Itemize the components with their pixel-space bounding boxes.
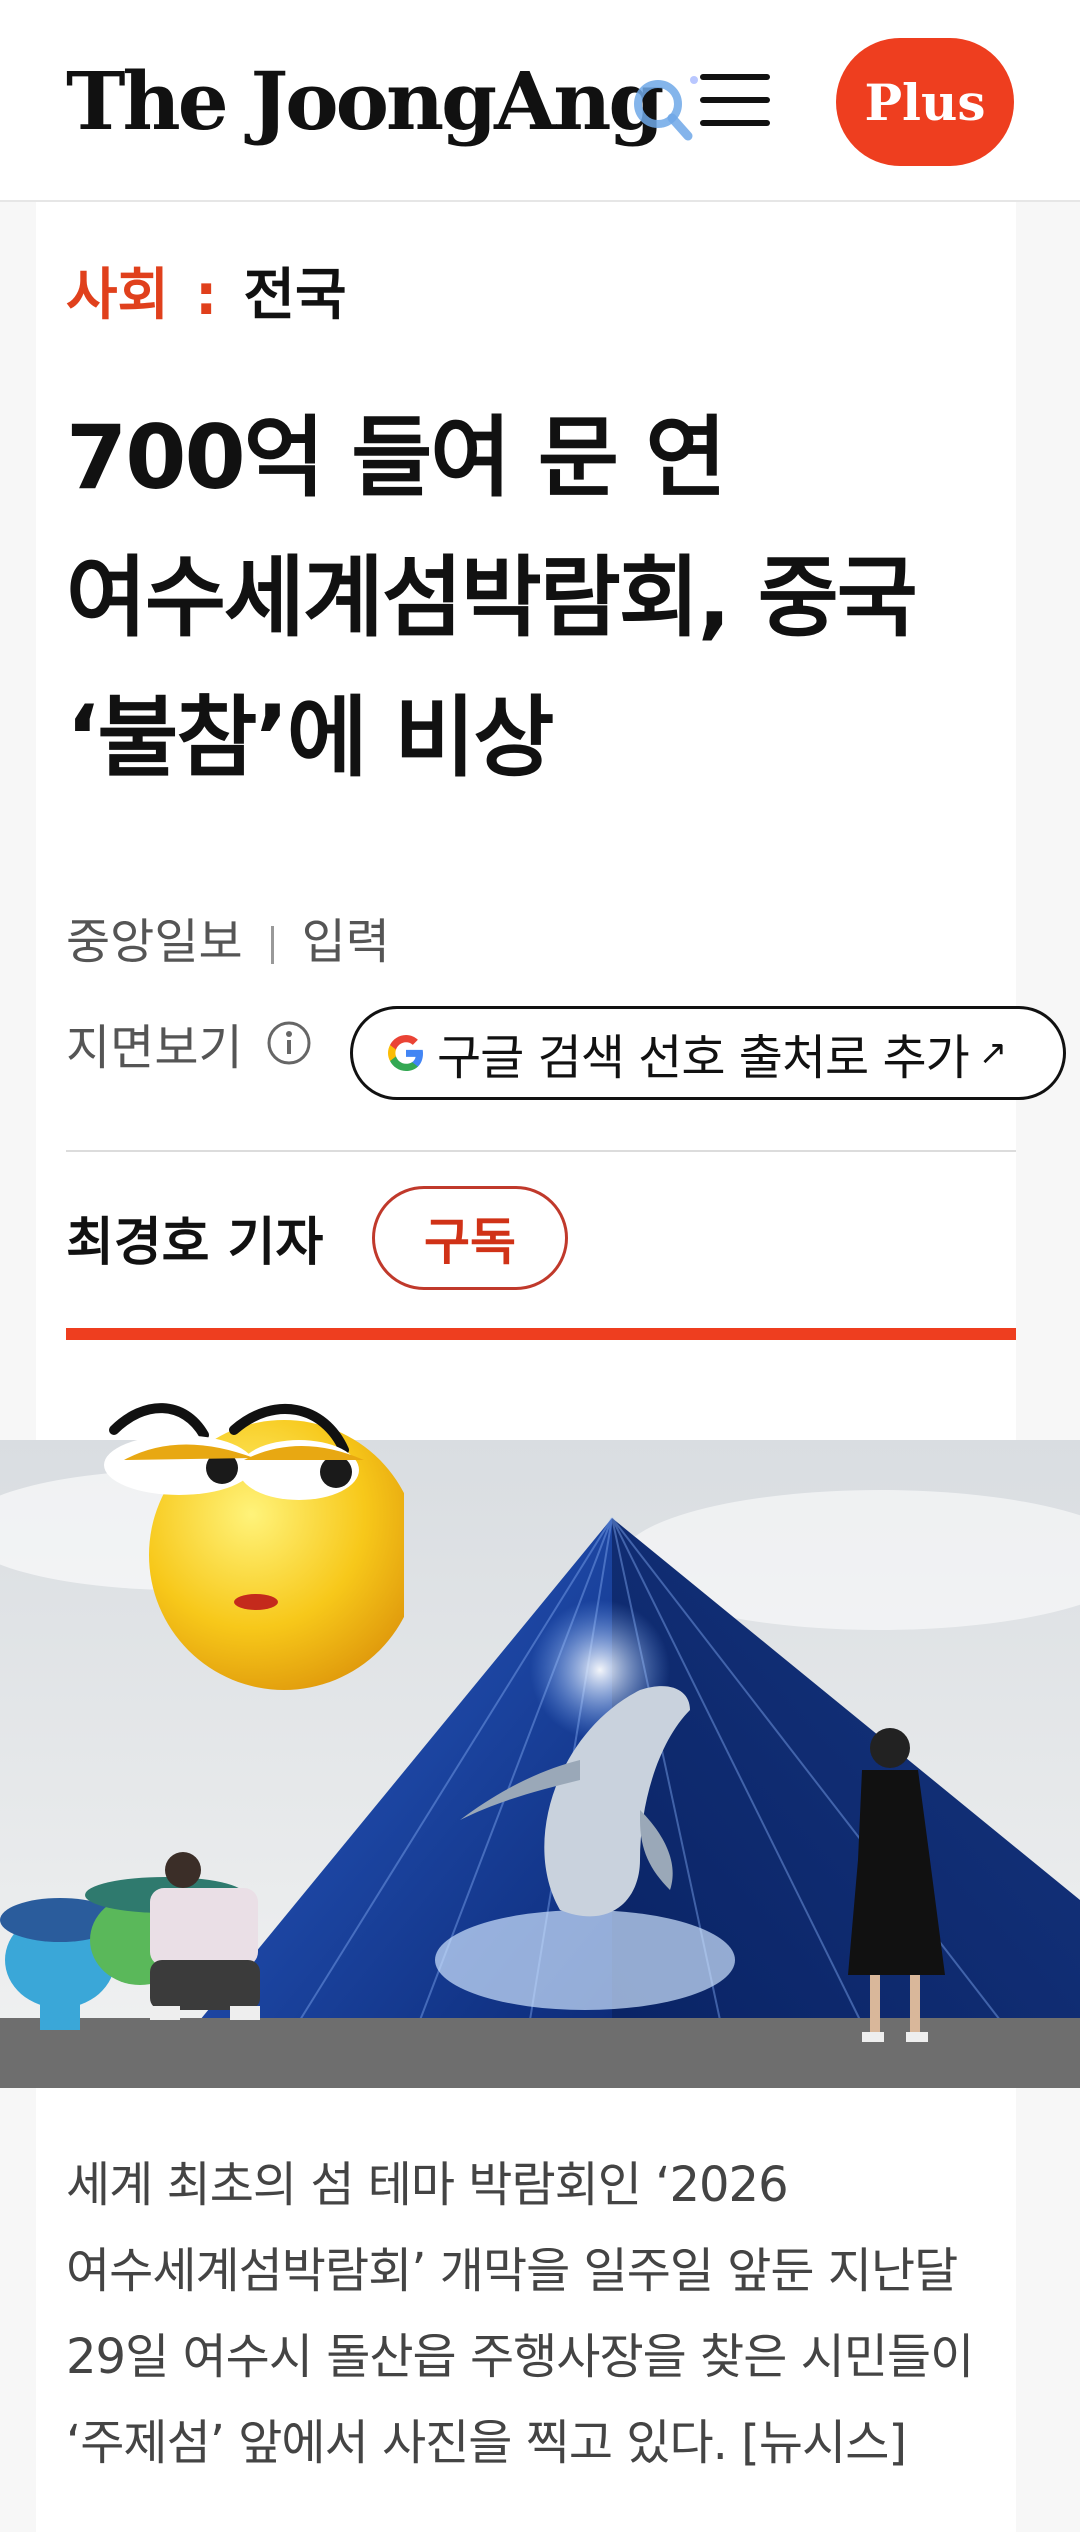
headline-line: ‘불참’에 비상 [66, 686, 554, 789]
headline-line: 여수세계섬박람회, 중국 [66, 546, 918, 649]
paper-view-link[interactable]: 지면보기 [66, 1020, 243, 1076]
article-meta: 중앙일보 입력 [66, 902, 390, 972]
info-icon[interactable] [266, 1020, 312, 1066]
plus-button[interactable]: Plus [836, 38, 1014, 166]
photo-caption: 세계 최초의 섬 테마 박람회인 ‘2026 여수세계섬박람회’ 개막을 일주일… [66, 2142, 1026, 2486]
hamburger-menu-icon[interactable] [700, 74, 770, 126]
caption-line: ‘주제섬’ 앞에서 사진을 찍고 있다. [뉴시스] [66, 2415, 907, 2471]
unamused-face-sticker-icon [104, 1403, 404, 1690]
caption-line: 세계 최초의 섬 테마 박람회인 ‘2026 [66, 2157, 789, 2213]
paper-view-row: 지면보기 [66, 1008, 312, 1108]
google-icon [388, 1035, 423, 1071]
external-arrow-icon: ↗ [978, 1033, 1008, 1073]
section-link[interactable]: 사회 [66, 263, 169, 328]
subscribe-button[interactable]: 구독 [372, 1186, 568, 1290]
input-time-label: 입력 [301, 914, 390, 970]
news-source: 중앙일보 [66, 914, 243, 970]
google-preferred-source-button[interactable]: 구글 검색 선호 출처로 추가 ↗ [350, 1006, 1066, 1100]
author-name[interactable]: 최경호 기자 [66, 1200, 323, 1275]
logo-text: The JoongAng [66, 54, 664, 148]
breadcrumb-separator: : [195, 263, 218, 328]
breadcrumb: 사회: 전국 [66, 250, 347, 331]
caption-line: 29일 여수시 돌산읍 주행사장을 찾은 시민들이 [66, 2329, 974, 2385]
caption-line: 여수세계섬박람회’ 개막을 일주일 앞둔 지난달 [66, 2243, 958, 2299]
logo-magnifier-icon [634, 76, 698, 141]
site-header: The JoongAng Plus [0, 0, 1080, 202]
section-divider [66, 1150, 1016, 1152]
headline-line: 700억 들여 문 연 [66, 406, 726, 509]
site-logo[interactable]: The JoongAng [66, 46, 698, 156]
meta-divider [270, 926, 274, 964]
accent-rule [66, 1328, 1016, 1340]
article-headline: 700억 들여 문 연 여수세계섬박람회, 중국 ‘불참’에 비상 [66, 388, 1016, 808]
subsection-link[interactable]: 전국 [243, 263, 346, 328]
google-button-label: 구글 검색 선호 출처로 추가 [437, 1030, 970, 1086]
